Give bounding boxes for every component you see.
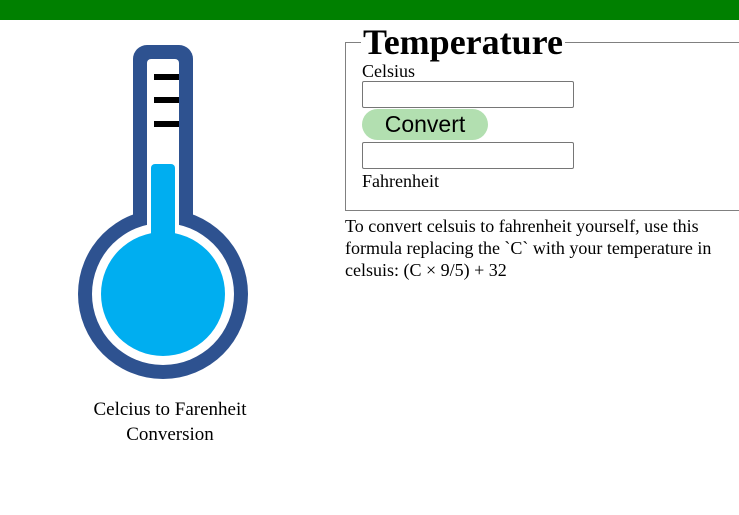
- thermometer-icon: [78, 45, 248, 379]
- top-banner: [0, 0, 739, 20]
- celsius-label: Celsius: [362, 61, 416, 81]
- form-legend: Temperature: [363, 22, 563, 62]
- fahrenheit-label: Fahrenheit: [362, 171, 439, 191]
- formula-instructions: To convert celsuis to fahrenheit yoursel…: [345, 216, 712, 280]
- thermometer-caption: Celcius to Farenheit Conversion: [93, 399, 247, 445]
- convert-button[interactable]: Convert: [362, 109, 488, 140]
- fahrenheit-output[interactable]: [362, 142, 574, 169]
- temperature-form: Temperature Celsius Convert Fahrenheit: [345, 22, 739, 211]
- celsius-input[interactable]: [362, 81, 574, 108]
